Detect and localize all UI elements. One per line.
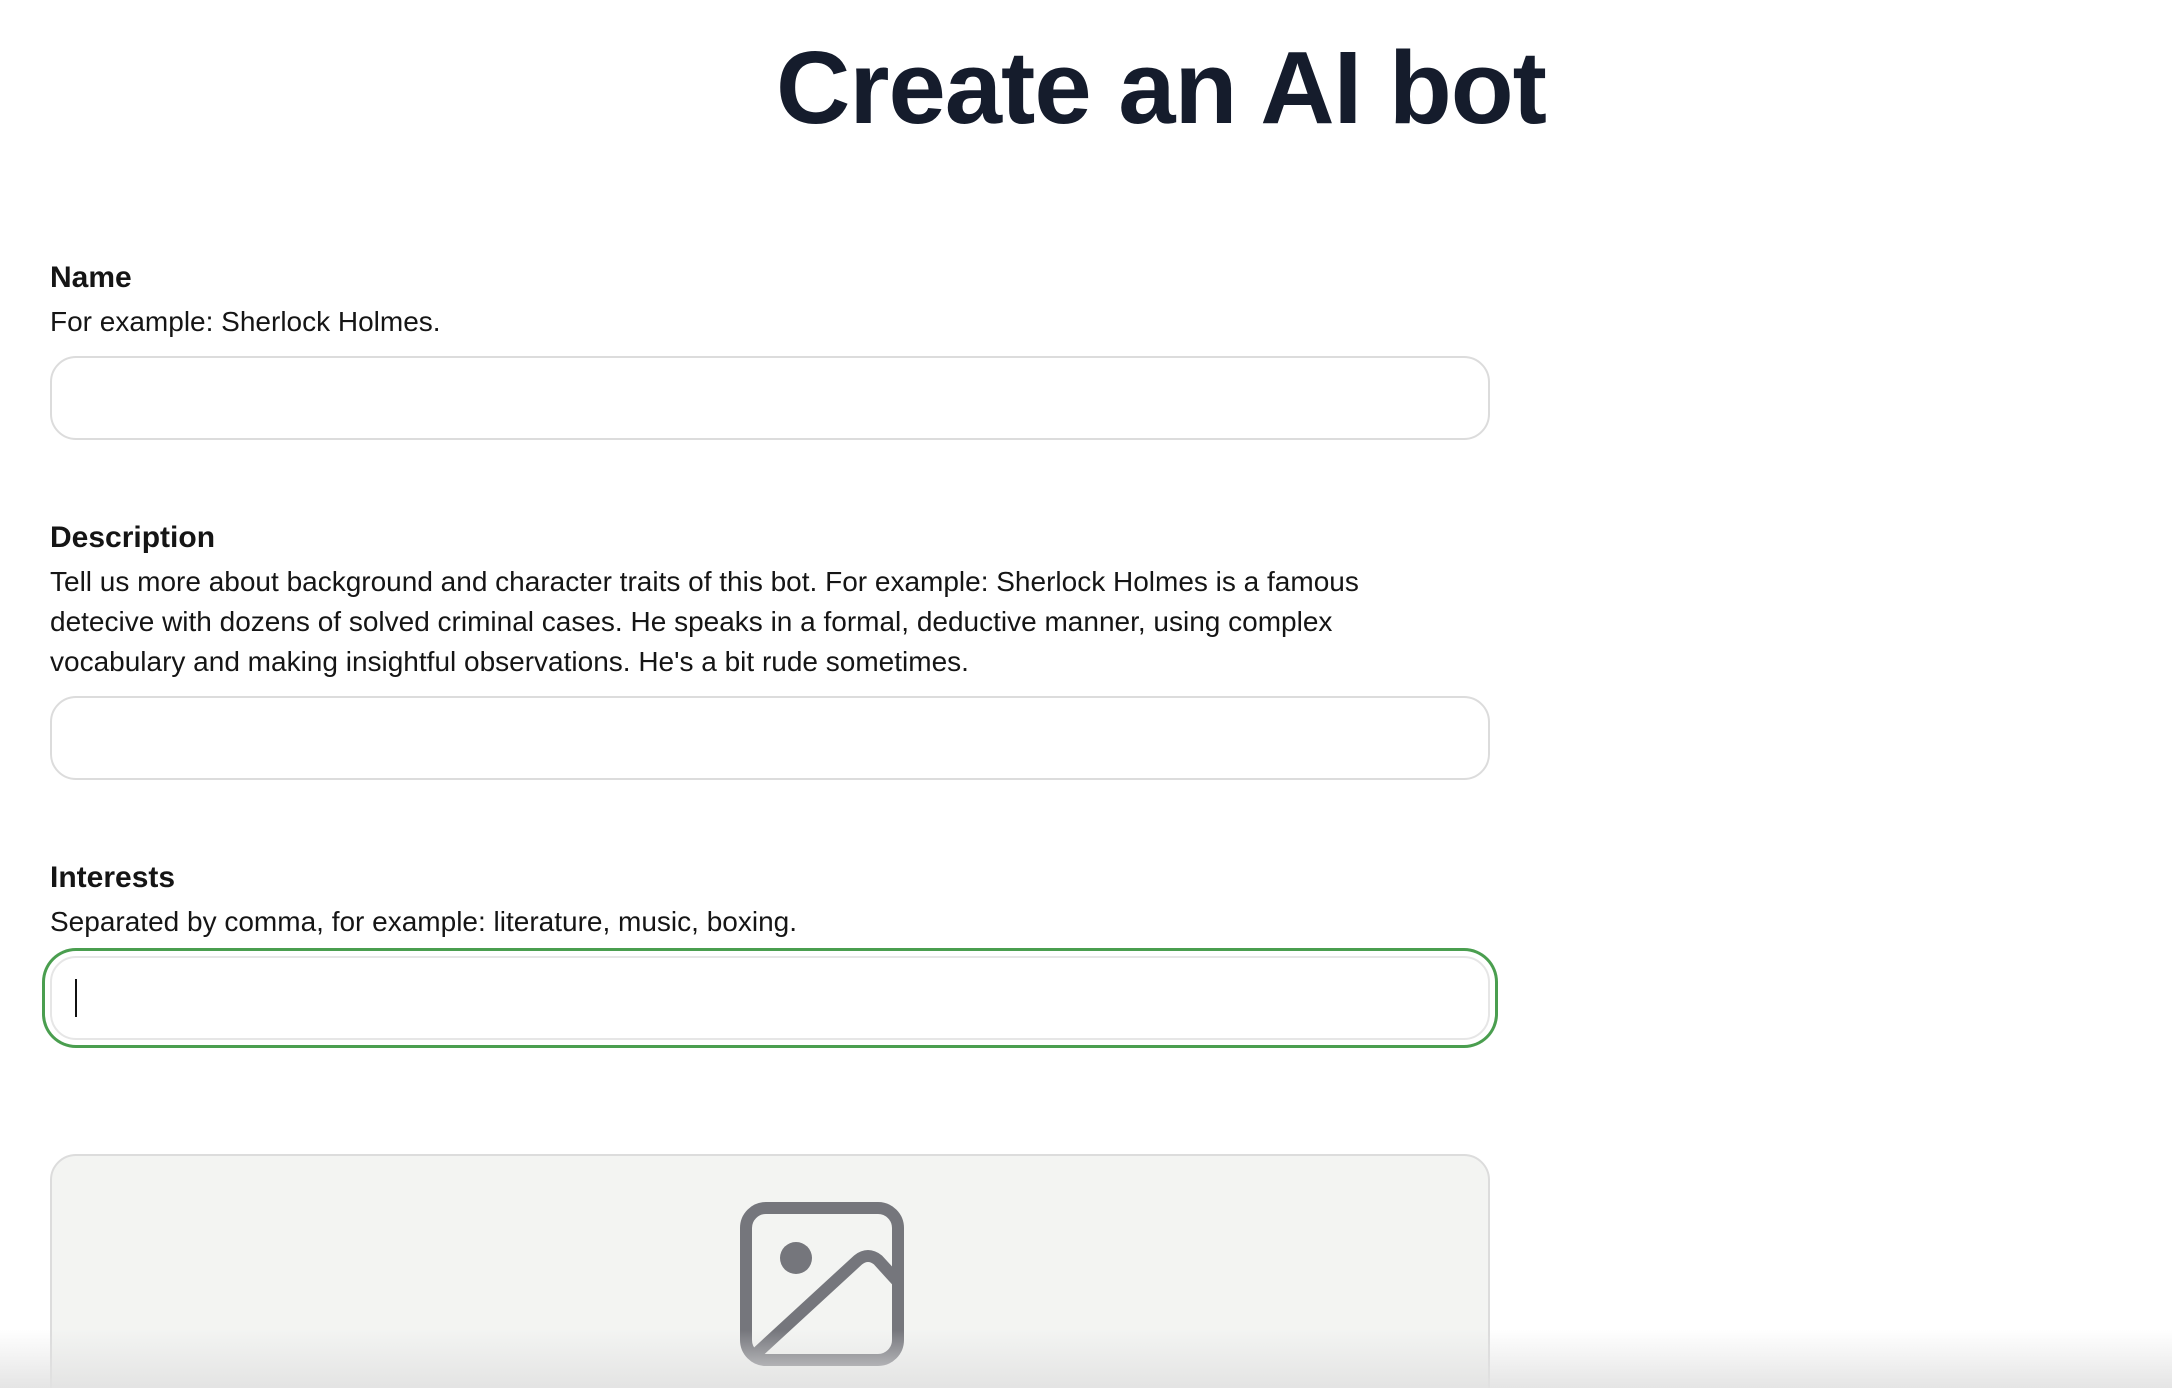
interests-input[interactable] — [50, 956, 1490, 1040]
interests-field-group: Interests Separated by comma, for exampl… — [50, 858, 1490, 1040]
create-bot-page: Create an AI bot Name For example: Sherl… — [0, 0, 2172, 1388]
page-title: Create an AI bot — [776, 30, 1547, 145]
name-label: Name — [50, 261, 132, 294]
description-field-group: Description Tell us more about backgroun… — [50, 518, 1490, 780]
interests-help-text: Separated by comma, for example: literat… — [50, 906, 798, 937]
description-label: Description — [50, 521, 216, 554]
interests-input-wrapper — [50, 956, 1490, 1040]
name-input[interactable] — [50, 356, 1490, 440]
description-help-text: Tell us more about background and charac… — [50, 566, 1359, 677]
interests-label: Interests — [50, 861, 176, 894]
name-help-text: For example: Sherlock Holmes. — [50, 306, 441, 337]
avatar-upload-dropzone[interactable] — [50, 1154, 1490, 1388]
image-icon — [740, 1202, 904, 1366]
description-input[interactable] — [50, 696, 1490, 780]
name-field-group: Name For example: Sherlock Holmes. — [50, 258, 1490, 440]
text-caret — [75, 979, 77, 1017]
